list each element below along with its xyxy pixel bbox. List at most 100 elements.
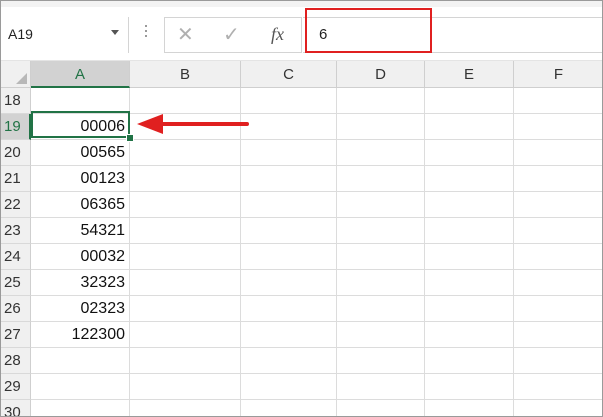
row-header[interactable]: 18 (1, 88, 31, 114)
row-header[interactable]: 23 (1, 218, 31, 244)
cell[interactable] (514, 374, 602, 400)
row-header[interactable]: 19 (1, 114, 31, 140)
row-header[interactable]: 25 (1, 270, 31, 296)
cell[interactable] (337, 296, 425, 322)
cell[interactable] (514, 166, 602, 192)
cell[interactable] (337, 166, 425, 192)
cell[interactable] (130, 244, 241, 270)
cell[interactable] (130, 348, 241, 374)
cell[interactable] (241, 114, 337, 140)
cell[interactable] (241, 322, 337, 348)
row-header[interactable]: 28 (1, 348, 31, 374)
chevron-down-icon[interactable] (111, 30, 119, 35)
enter-icon[interactable]: ✓ (223, 22, 240, 47)
cell[interactable] (425, 88, 514, 114)
cell[interactable] (241, 140, 337, 166)
cell[interactable] (514, 348, 602, 374)
cell[interactable] (514, 140, 602, 166)
cell[interactable] (241, 374, 337, 400)
cell[interactable] (425, 166, 514, 192)
cell[interactable] (425, 296, 514, 322)
row-header[interactable]: 20 (1, 140, 31, 166)
column-header-f[interactable]: F (514, 61, 602, 88)
column-header-e[interactable]: E (425, 61, 514, 88)
cell[interactable]: 54321 (31, 218, 130, 244)
cell[interactable] (241, 192, 337, 218)
cell[interactable] (241, 88, 337, 114)
cell[interactable] (337, 270, 425, 296)
cell[interactable] (425, 114, 514, 140)
column-header-a[interactable]: A (31, 61, 130, 88)
cell[interactable] (514, 400, 602, 416)
cell[interactable] (514, 296, 602, 322)
row-header[interactable]: 22 (1, 192, 31, 218)
cell[interactable] (130, 192, 241, 218)
cell[interactable] (31, 348, 130, 374)
cell[interactable] (241, 166, 337, 192)
cell[interactable] (514, 218, 602, 244)
cell[interactable] (337, 374, 425, 400)
cell[interactable] (241, 400, 337, 416)
select-all-button[interactable] (1, 61, 31, 88)
cell[interactable] (337, 140, 425, 166)
row-header[interactable]: 21 (1, 166, 31, 192)
cell[interactable] (337, 400, 425, 416)
cell[interactable] (425, 348, 514, 374)
cell[interactable] (241, 244, 337, 270)
cell[interactable] (425, 322, 514, 348)
column-header-b[interactable]: B (130, 61, 241, 88)
cell[interactable] (425, 244, 514, 270)
cancel-icon[interactable]: ✕ (177, 22, 194, 47)
cell[interactable] (241, 348, 337, 374)
cell[interactable] (130, 270, 241, 296)
cell[interactable] (337, 88, 425, 114)
fill-handle[interactable] (126, 134, 134, 142)
column-header-d[interactable]: D (337, 61, 425, 88)
row-header[interactable]: 27 (1, 322, 31, 348)
cell[interactable] (130, 322, 241, 348)
cell[interactable] (425, 140, 514, 166)
cell[interactable] (31, 400, 130, 416)
cell[interactable] (425, 374, 514, 400)
row-header[interactable]: 29 (1, 374, 31, 400)
drag-handle-icon[interactable] (145, 25, 148, 43)
cell[interactable]: 122300 (31, 322, 130, 348)
cell[interactable] (514, 88, 602, 114)
cell[interactable]: 32323 (31, 270, 130, 296)
row-header[interactable]: 26 (1, 296, 31, 322)
cell[interactable] (337, 322, 425, 348)
cell[interactable] (514, 114, 602, 140)
cell[interactable]: 02323 (31, 296, 130, 322)
name-box[interactable]: A19 (1, 17, 129, 53)
cell[interactable]: 00565 (31, 140, 130, 166)
cell[interactable] (241, 296, 337, 322)
cell[interactable] (425, 218, 514, 244)
cell[interactable] (337, 244, 425, 270)
cell[interactable] (337, 114, 425, 140)
cell[interactable] (425, 400, 514, 416)
cell[interactable] (241, 270, 337, 296)
cell[interactable] (241, 218, 337, 244)
cell[interactable] (130, 296, 241, 322)
column-header-c[interactable]: C (241, 61, 337, 88)
cell[interactable] (337, 348, 425, 374)
cell[interactable] (337, 192, 425, 218)
row-header[interactable]: 24 (1, 244, 31, 270)
cell[interactable] (425, 270, 514, 296)
cell[interactable] (514, 244, 602, 270)
cell[interactable] (130, 140, 241, 166)
cell[interactable] (130, 218, 241, 244)
cell[interactable]: 00123 (31, 166, 130, 192)
cell[interactable] (130, 374, 241, 400)
cell[interactable] (514, 322, 602, 348)
insert-function-icon[interactable]: fx (271, 24, 284, 45)
cell[interactable] (514, 192, 602, 218)
cell[interactable]: 06365 (31, 192, 130, 218)
cell[interactable] (130, 166, 241, 192)
cell[interactable] (425, 192, 514, 218)
cell[interactable] (130, 400, 241, 416)
cell[interactable] (337, 218, 425, 244)
cell[interactable]: 00032 (31, 244, 130, 270)
cell[interactable] (31, 374, 130, 400)
row-header[interactable]: 30 (1, 400, 31, 416)
